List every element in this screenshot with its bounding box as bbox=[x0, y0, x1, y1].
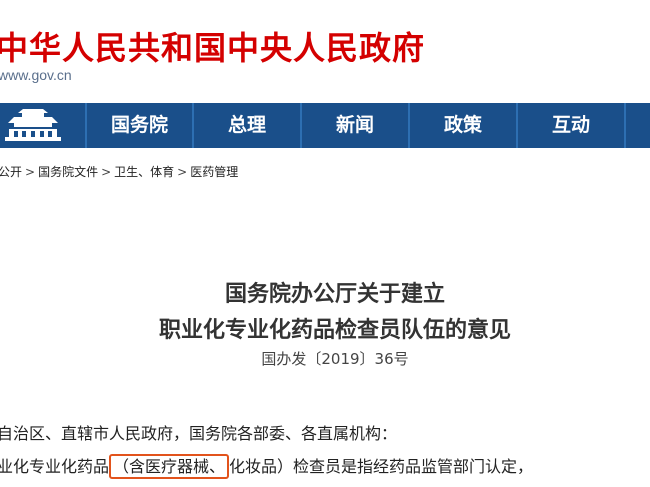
nav-item-more[interactable] bbox=[624, 103, 650, 148]
breadcrumb-separator: > bbox=[177, 165, 188, 179]
breadcrumb-item-health-sports[interactable]: 卫生、体育 bbox=[114, 165, 174, 179]
article-title-line1: 国务院办公厅关于建立 bbox=[224, 282, 445, 307]
nav-item-policy[interactable]: 政策 bbox=[408, 103, 516, 148]
breadcrumb: 公开 > 国务院文件 > 卫生、体育 > 医药管理 bbox=[0, 163, 238, 180]
article-title-line2: 职业化专业化药品检查员队伍的意见 bbox=[158, 318, 511, 343]
site-url[interactable]: www.gov.cn bbox=[0, 67, 72, 83]
page: 中华人民共和国中央人民政府 www.gov.cn 国务院 总理 新闻 政策 互动… bbox=[0, 0, 650, 487]
site-title[interactable]: 中华人民共和国中央人民政府 bbox=[0, 28, 425, 68]
article-paragraph-1: 自治区、直辖市人民政府，国务院各部委、各直属机构： bbox=[0, 424, 398, 443]
tiananmen-logo-icon[interactable] bbox=[0, 103, 75, 148]
paragraph-text: 化妆品）检查员是指经药品监管部门认定， bbox=[229, 457, 534, 476]
nav-item-state-council[interactable]: 国务院 bbox=[85, 103, 192, 148]
nav-item-premier[interactable]: 总理 bbox=[192, 103, 300, 148]
breadcrumb-separator: > bbox=[101, 165, 112, 179]
document-number: 国办发〔2019〕36号 bbox=[261, 350, 409, 368]
paragraph-text: 业化专业化药品 bbox=[0, 457, 110, 476]
nav-item-news[interactable]: 新闻 bbox=[300, 103, 408, 148]
main-nav: 国务院 总理 新闻 政策 互动 bbox=[0, 103, 650, 148]
breadcrumb-item-medicine-management[interactable]: 医药管理 bbox=[190, 165, 238, 179]
article-paragraph-2: 业化专业化药品 （含医疗器械、 化妆品）检查员是指经药品监管部门认定， bbox=[0, 453, 534, 479]
breadcrumb-separator: > bbox=[25, 165, 36, 179]
breadcrumb-item-public[interactable]: 公开 bbox=[0, 165, 22, 179]
nav-item-interaction[interactable]: 互动 bbox=[516, 103, 624, 148]
highlighted-text: （含医疗器械、 bbox=[109, 454, 230, 479]
breadcrumb-item-state-council-docs[interactable]: 国务院文件 bbox=[38, 165, 98, 179]
